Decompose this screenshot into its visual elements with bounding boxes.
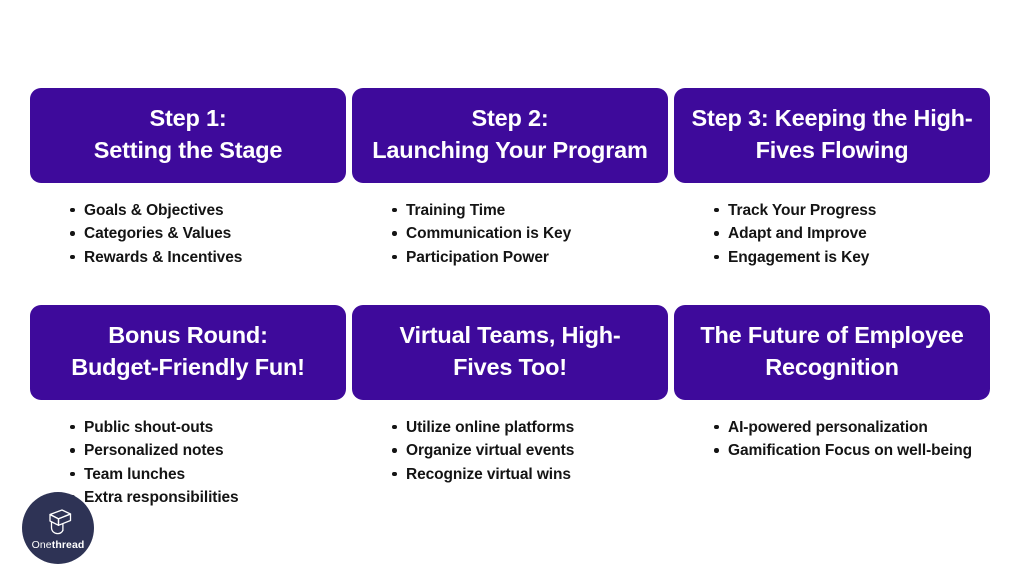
card-title-line-1: The Future of Employee xyxy=(700,322,964,348)
card-header-bonus-round: Bonus Round: Budget-Friendly Fun! xyxy=(30,305,346,400)
card-title-line-2: Setting the Stage xyxy=(93,137,283,164)
card-bullet-list-future-recognition: AI-powered personalization Gamification … xyxy=(674,400,990,463)
list-item: Extra responsibilities xyxy=(70,486,346,510)
card-header-step-2: Step 2: Launching Your Program xyxy=(352,88,668,183)
cards-row-bottom: Bonus Round: Budget-Friendly Fun! Public… xyxy=(30,305,990,510)
card-bullet-list-step-2: Training Time Communication is Key Parti… xyxy=(352,183,668,270)
card-header-virtual-teams: Virtual Teams, High- Fives Too! xyxy=(352,305,668,400)
list-item: Personalized notes xyxy=(70,439,346,463)
card-virtual-teams: Virtual Teams, High- Fives Too! Utilize … xyxy=(352,305,668,510)
onethread-logo: Onethread xyxy=(22,492,94,564)
card-title-bonus-round: Bonus Round: Budget-Friendly Fun! xyxy=(42,319,334,384)
card-header-step-1: Step 1: Setting the Stage xyxy=(30,88,346,183)
list-item: Participation Power xyxy=(392,246,668,270)
card-title-step-3: Step 3: Keeping the High- Fives Flowing xyxy=(686,102,978,167)
card-title-line-2: Budget-Friendly Fun! xyxy=(71,354,305,381)
card-title-line-2: Launching Your Program xyxy=(372,137,648,164)
infographic-canvas: Step 1: Setting the Stage Goals & Object… xyxy=(0,0,1024,585)
card-title-line-2: Fives Too! xyxy=(453,354,567,381)
card-title-line-2: Fives Flowing xyxy=(755,137,909,164)
card-header-future-recognition: The Future of Employee Recognition xyxy=(674,305,990,400)
card-future-recognition: The Future of Employee Recognition AI-po… xyxy=(674,305,990,510)
list-item: Adapt and Improve xyxy=(714,222,990,246)
card-bullet-list-virtual-teams: Utilize online platforms Organize virtua… xyxy=(352,400,668,487)
list-item: Track Your Progress xyxy=(714,199,990,223)
card-title-line-1: Step 1: xyxy=(149,105,227,131)
card-step-1: Step 1: Setting the Stage Goals & Object… xyxy=(30,88,346,269)
list-item: Public shout-outs xyxy=(70,416,346,440)
list-item: Engagement is Key xyxy=(714,246,990,270)
list-item: Gamification Focus on well-being xyxy=(714,439,990,463)
list-item: AI-powered personalization xyxy=(714,416,990,440)
logo-wordmark: Onethread xyxy=(32,539,85,551)
list-item: Utilize online platforms xyxy=(392,416,668,440)
card-title-virtual-teams: Virtual Teams, High- Fives Too! xyxy=(364,319,656,384)
card-title-future-recognition: The Future of Employee Recognition xyxy=(686,319,978,384)
card-title-step-1: Step 1: Setting the Stage xyxy=(42,102,334,167)
card-title-line-1: Step 2: xyxy=(471,105,549,131)
card-bullet-list-step-1: Goals & Objectives Categories & Values R… xyxy=(30,183,346,270)
card-header-step-3: Step 3: Keeping the High- Fives Flowing xyxy=(674,88,990,183)
thread-spool-icon xyxy=(41,508,75,538)
logo-wordmark-suffix: thread xyxy=(51,538,85,551)
card-title-line-1: Step 3: Keeping the High- xyxy=(691,105,973,131)
list-item: Recognize virtual wins xyxy=(392,463,668,487)
card-title-step-2: Step 2: Launching Your Program xyxy=(364,102,656,167)
card-step-3: Step 3: Keeping the High- Fives Flowing … xyxy=(674,88,990,269)
list-item: Communication is Key xyxy=(392,222,668,246)
card-title-line-1: Virtual Teams, High- xyxy=(399,322,621,348)
list-item: Training Time xyxy=(392,199,668,223)
card-title-line-2: Recognition xyxy=(765,354,899,381)
card-bonus-round: Bonus Round: Budget-Friendly Fun! Public… xyxy=(30,305,346,510)
card-bullet-list-step-3: Track Your Progress Adapt and Improve En… xyxy=(674,183,990,270)
list-item: Organize virtual events xyxy=(392,439,668,463)
card-bullet-list-bonus-round: Public shout-outs Personalized notes Tea… xyxy=(30,400,346,510)
list-item: Goals & Objectives xyxy=(70,199,346,223)
list-item: Team lunches xyxy=(70,463,346,487)
logo-wordmark-prefix: One xyxy=(31,538,52,551)
list-item: Rewards & Incentives xyxy=(70,246,346,270)
cards-row-top: Step 1: Setting the Stage Goals & Object… xyxy=(30,88,990,269)
card-title-line-1: Bonus Round: xyxy=(108,322,268,348)
card-step-2: Step 2: Launching Your Program Training … xyxy=(352,88,668,269)
list-item: Categories & Values xyxy=(70,222,346,246)
